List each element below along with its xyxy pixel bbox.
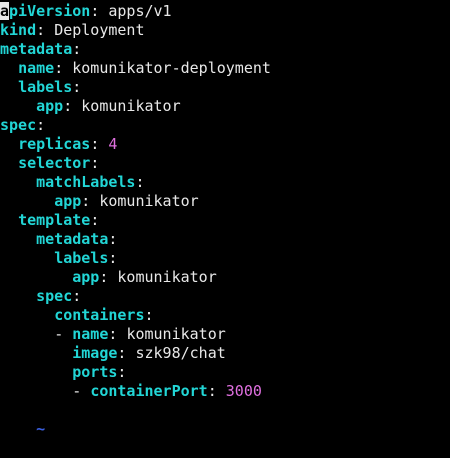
code-line[interactable]: replicas: 4 — [0, 135, 450, 154]
key-separator: : — [72, 287, 82, 305]
text-cursor: a — [0, 2, 10, 20]
key-separator: : — [36, 116, 46, 134]
yaml-value: apps/v1 — [108, 2, 172, 20]
yaml-key: containerPort — [90, 382, 208, 400]
key-separator: : — [81, 192, 100, 210]
yaml-value: szk98/chat — [135, 344, 226, 362]
yaml-key: piVersion — [9, 2, 91, 20]
yaml-key: name — [72, 325, 109, 343]
key-separator: : — [90, 154, 100, 172]
list-dash: - — [72, 382, 91, 400]
yaml-key: labels — [18, 78, 73, 96]
code-line[interactable]: kind: Deployment — [0, 21, 450, 40]
key-separator: : — [54, 59, 73, 77]
yaml-key: app — [36, 97, 64, 115]
code-line[interactable]: ports: — [0, 363, 450, 382]
yaml-key: matchLabels — [36, 173, 136, 191]
key-separator: : — [108, 230, 118, 248]
yaml-value: komunikator-deployment — [72, 59, 271, 77]
yaml-value: komunikator — [117, 268, 217, 286]
code-line[interactable]: metadata: — [0, 230, 450, 249]
key-separator: : — [36, 21, 55, 39]
yaml-value: komunikator — [99, 192, 199, 210]
yaml-key: kind — [0, 21, 37, 39]
yaml-key: replicas — [18, 135, 91, 153]
code-line[interactable]: containers: — [0, 306, 450, 325]
key-separator: : — [144, 306, 154, 324]
key-separator: : — [117, 363, 127, 381]
code-line[interactable]: metadata: — [0, 40, 450, 59]
yaml-value: komunikator — [126, 325, 226, 343]
yaml-key: app — [72, 268, 100, 286]
yaml-key: spec — [0, 116, 37, 134]
key-separator: : — [207, 382, 226, 400]
yaml-number-value: 3000 — [225, 382, 262, 400]
key-separator: : — [99, 268, 118, 286]
code-line[interactable]: spec: — [0, 116, 450, 135]
key-separator: : — [72, 40, 82, 58]
yaml-key: spec — [36, 287, 73, 305]
key-separator: : — [108, 249, 118, 267]
code-line[interactable]: image: szk98/chat — [0, 344, 450, 363]
code-line[interactable]: spec: — [0, 287, 450, 306]
yaml-key: name — [18, 59, 55, 77]
code-line[interactable]: selector: — [0, 154, 450, 173]
key-separator: : — [90, 135, 109, 153]
code-line[interactable]: app: komunikator — [0, 268, 450, 287]
code-line[interactable]: app: komunikator — [0, 192, 450, 211]
code-line[interactable]: template: — [0, 211, 450, 230]
yaml-buffer[interactable]: apiVersion: apps/v1 kind: Deployment metad… — [0, 2, 450, 401]
yaml-key: labels — [54, 249, 109, 267]
key-separator: : — [72, 78, 82, 96]
code-line[interactable]: - name: komunikator — [0, 325, 450, 344]
yaml-key: image — [72, 344, 118, 362]
key-separator: : — [135, 173, 145, 191]
yaml-key: metadata — [36, 230, 109, 248]
yaml-key: ports — [72, 363, 118, 381]
key-separator: : — [90, 211, 100, 229]
list-dash: - — [54, 325, 73, 343]
yaml-key: containers — [54, 306, 145, 324]
yaml-key: selector — [18, 154, 91, 172]
code-line[interactable]: - containerPort: 3000 — [0, 382, 450, 401]
code-line[interactable]: matchLabels: — [0, 173, 450, 192]
code-line[interactable]: name: komunikator-deployment — [0, 59, 450, 78]
code-line[interactable]: app: komunikator — [0, 97, 450, 116]
key-separator: : — [117, 344, 136, 362]
code-line[interactable]: labels: — [0, 78, 450, 97]
code-line[interactable]: apiVersion: apps/v1 — [0, 2, 450, 21]
key-separator: : — [90, 2, 109, 20]
yaml-key: app — [54, 192, 82, 210]
yaml-number-value: 4 — [108, 135, 118, 153]
terminal-editor[interactable]: apiVersion: apps/v1 kind: Deployment metad… — [0, 0, 450, 438]
code-line[interactable]: labels: — [0, 249, 450, 268]
key-separator: : — [108, 325, 127, 343]
yaml-key: template — [18, 211, 91, 229]
tilde-marker: ~ — [36, 420, 46, 438]
yaml-key: metadata — [0, 40, 73, 58]
empty-line-marker: ~ — [0, 401, 450, 438]
yaml-value: Deployment — [54, 21, 145, 39]
yaml-value: komunikator — [81, 97, 181, 115]
key-separator: : — [63, 97, 82, 115]
